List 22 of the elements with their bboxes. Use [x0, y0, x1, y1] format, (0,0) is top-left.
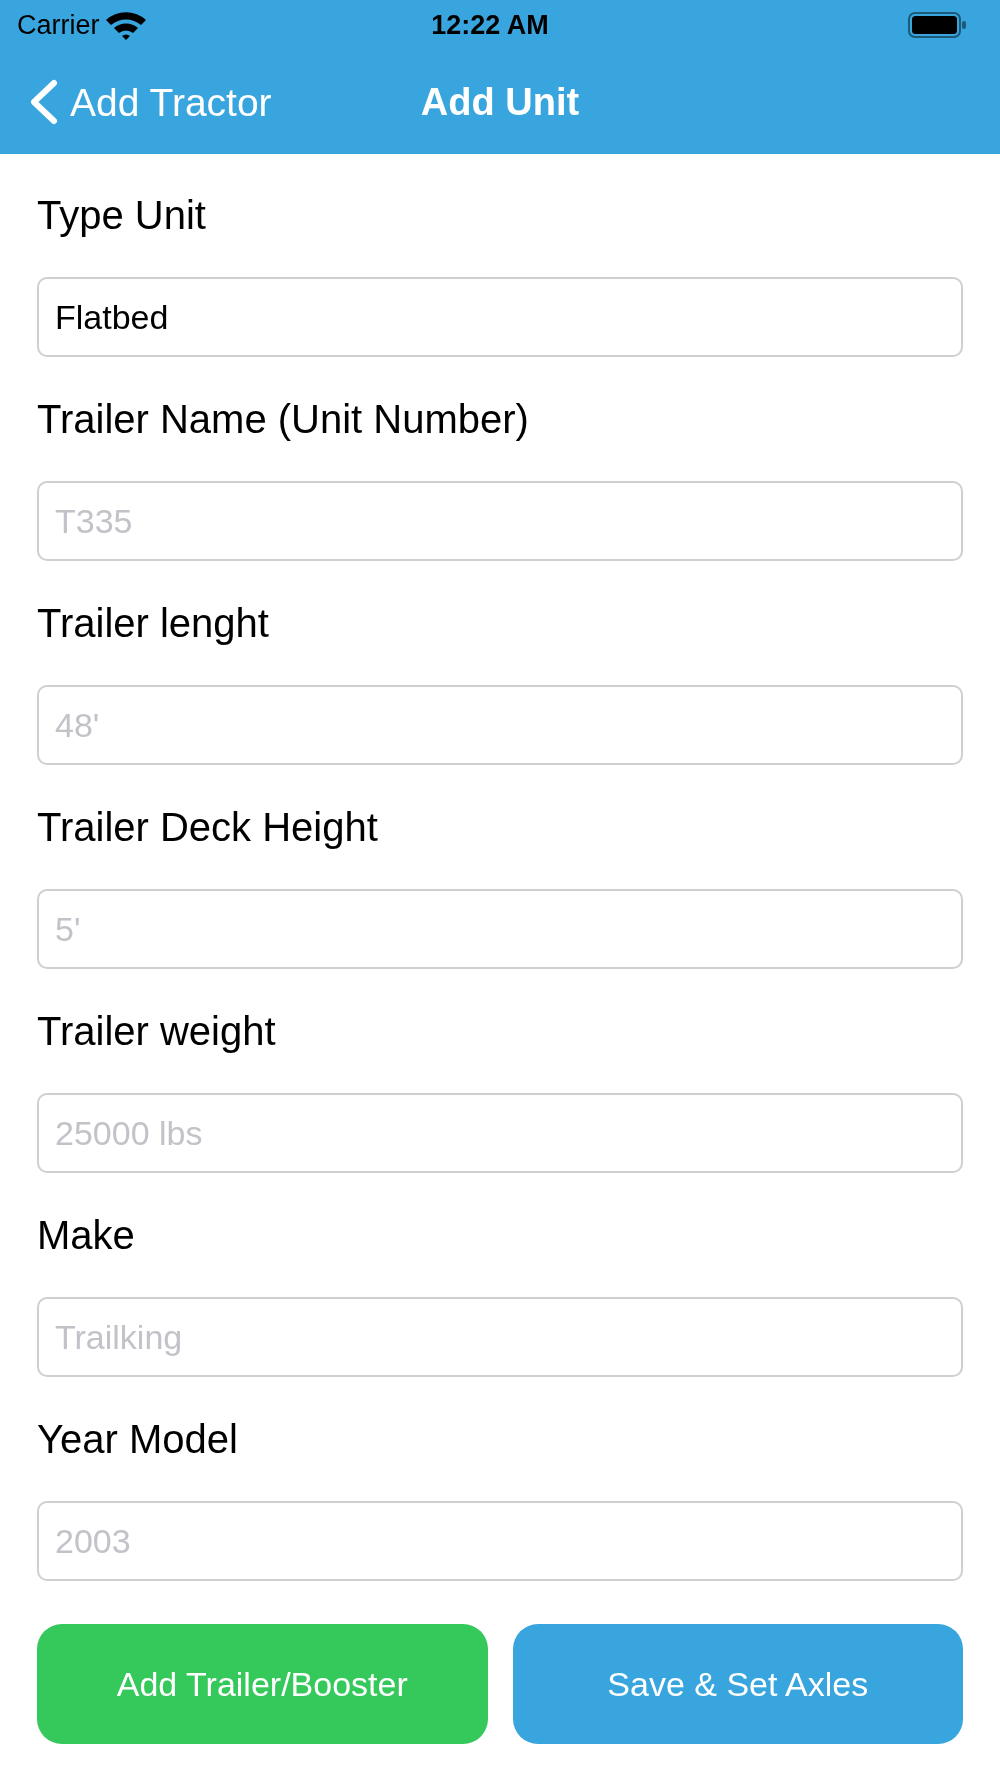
chevron-left-icon: [28, 79, 58, 125]
input-field[interactable]: 2003: [37, 1501, 963, 1581]
input-field[interactable]: 25000 lbs: [37, 1093, 963, 1173]
back-button[interactable]: Add Tractor: [28, 79, 272, 125]
carrier-label: Carrier: [17, 11, 100, 39]
field-label: Make: [37, 1212, 136, 1259]
field-label: Trailer Deck Height: [37, 804, 379, 851]
input-field[interactable]: 48': [37, 685, 963, 765]
field-label: Type Unit: [37, 192, 207, 239]
field-label: Trailer Name (Unit Number): [37, 396, 530, 443]
field-label: Trailer lenght: [37, 600, 270, 647]
input-field[interactable]: Trailking: [37, 1297, 963, 1377]
screen-title: Add Unit: [420, 83, 580, 121]
add-trailer-button[interactable]: Add Trailer/Booster: [37, 1624, 488, 1744]
field-label: Trailer weight: [37, 1008, 277, 1055]
battery-icon: [908, 12, 966, 38]
status-time: 12:22 AM: [431, 11, 550, 39]
input-field[interactable]: T335: [37, 481, 963, 561]
save-button[interactable]: Save & Set Axles: [512, 1624, 963, 1744]
input-field[interactable]: Flatbed: [37, 277, 963, 357]
input-field[interactable]: 5': [37, 889, 963, 969]
field-label: Year Model: [37, 1416, 239, 1463]
